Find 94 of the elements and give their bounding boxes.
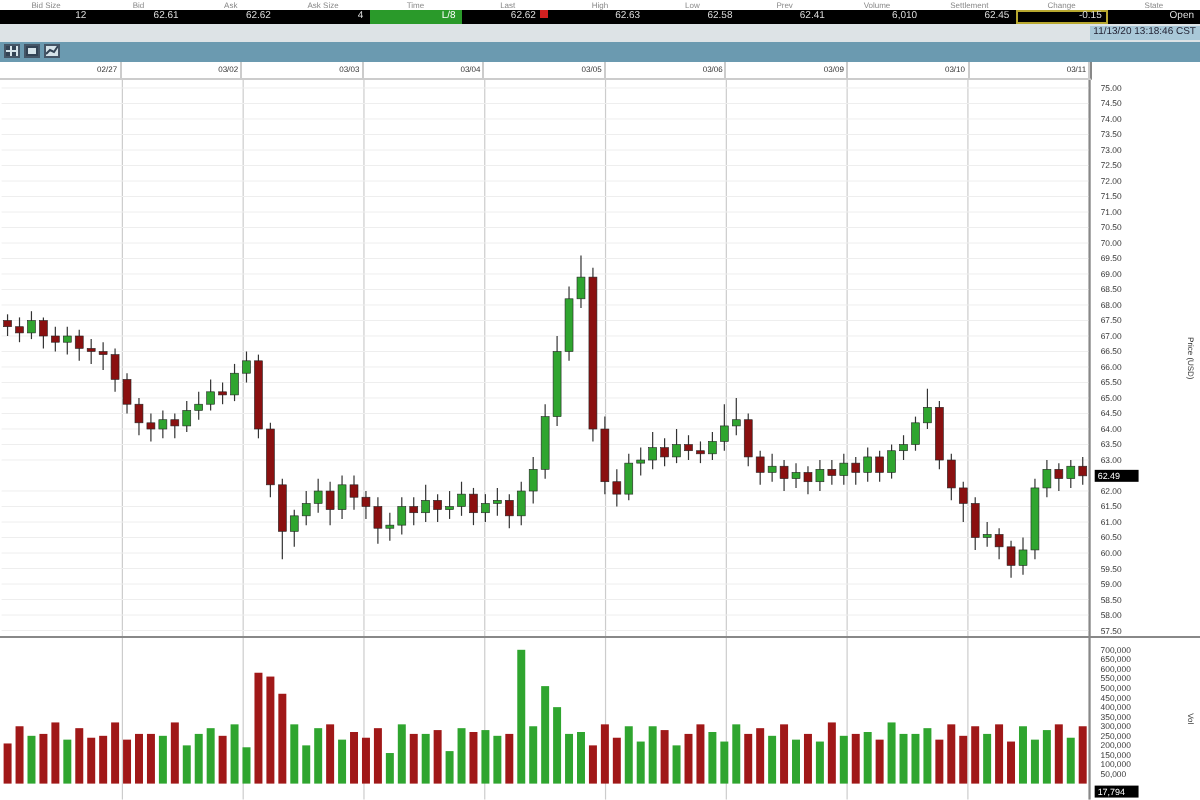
- bar: [338, 740, 347, 785]
- bar: [732, 724, 741, 785]
- bar: [445, 751, 454, 785]
- bar: [146, 734, 155, 785]
- bar: [1078, 726, 1087, 785]
- bar: [266, 676, 275, 785]
- line-chart-icon: [46, 46, 58, 57]
- bar: [839, 736, 848, 785]
- bar: [577, 732, 585, 785]
- bar: [135, 734, 143, 785]
- bar: [959, 736, 968, 785]
- bar: [624, 726, 633, 785]
- bar: [756, 728, 765, 785]
- bar: [27, 736, 36, 785]
- bar: [565, 734, 574, 785]
- bar: [230, 724, 239, 785]
- panel-icon: [26, 46, 38, 57]
- bar: [397, 724, 406, 785]
- bar: [111, 722, 120, 785]
- bar: [1030, 740, 1039, 785]
- bar: [971, 726, 980, 785]
- chart-button[interactable]: [44, 44, 60, 59]
- bar: [254, 673, 263, 785]
- bar: [720, 741, 729, 785]
- bar: [612, 738, 621, 785]
- bar: [947, 724, 956, 785]
- bar: [648, 726, 657, 785]
- bar: [51, 722, 60, 785]
- bar: [780, 724, 789, 785]
- bar: [1054, 724, 1063, 785]
- bar: [469, 732, 478, 785]
- bar: [672, 745, 681, 785]
- bar: [361, 738, 370, 785]
- bar: [278, 694, 287, 785]
- bar: [290, 724, 299, 785]
- bar: [875, 740, 884, 785]
- bar: [529, 726, 538, 785]
- bar: [636, 741, 645, 785]
- bar: [792, 740, 800, 785]
- bar: [887, 722, 896, 785]
- bar: [505, 734, 514, 785]
- bar: [158, 736, 167, 785]
- bar: [99, 736, 108, 785]
- bar: [457, 728, 466, 785]
- bar: [696, 724, 705, 785]
- bar: [1007, 741, 1016, 785]
- bar: [302, 745, 311, 785]
- bar: [600, 724, 609, 785]
- bar: [541, 686, 550, 785]
- bar: [983, 734, 992, 785]
- bar: [218, 736, 227, 785]
- grid-button[interactable]: [4, 44, 20, 59]
- bar: [708, 732, 717, 785]
- bar: [421, 734, 430, 785]
- bar: [385, 753, 394, 785]
- bar: [350, 732, 359, 785]
- bar: [1042, 730, 1051, 785]
- bar: [493, 736, 502, 785]
- bar: [517, 650, 526, 785]
- bar: [123, 740, 132, 785]
- bar: [15, 726, 24, 785]
- bar: [553, 707, 562, 785]
- bar: [194, 734, 203, 785]
- bar: [314, 728, 323, 785]
- bar: [433, 730, 442, 785]
- bar: [768, 736, 777, 785]
- bar: [87, 738, 96, 785]
- bar: [206, 728, 215, 785]
- bar: [995, 724, 1004, 785]
- panel-button[interactable]: [24, 44, 40, 59]
- bar: [170, 722, 179, 785]
- bar: [1066, 738, 1075, 785]
- down-flag-icon: [539, 10, 548, 18]
- bar: [935, 740, 944, 785]
- bar: [409, 734, 418, 785]
- bar: [1018, 726, 1027, 785]
- bar: [660, 730, 669, 785]
- bar: [815, 741, 824, 785]
- bar: [827, 722, 836, 785]
- bar: [803, 734, 812, 785]
- bar: [923, 728, 932, 785]
- bar: [851, 734, 860, 785]
- bar: [326, 724, 335, 785]
- bar: [75, 728, 84, 785]
- bar: [481, 730, 490, 785]
- bar: [3, 743, 12, 785]
- grid-icon: [6, 46, 18, 57]
- bar: [182, 745, 191, 785]
- bar: [39, 734, 48, 785]
- bar: [63, 740, 72, 785]
- bar: [744, 734, 753, 785]
- bar: [373, 728, 382, 785]
- bar: [863, 732, 872, 785]
- bar: [588, 745, 597, 785]
